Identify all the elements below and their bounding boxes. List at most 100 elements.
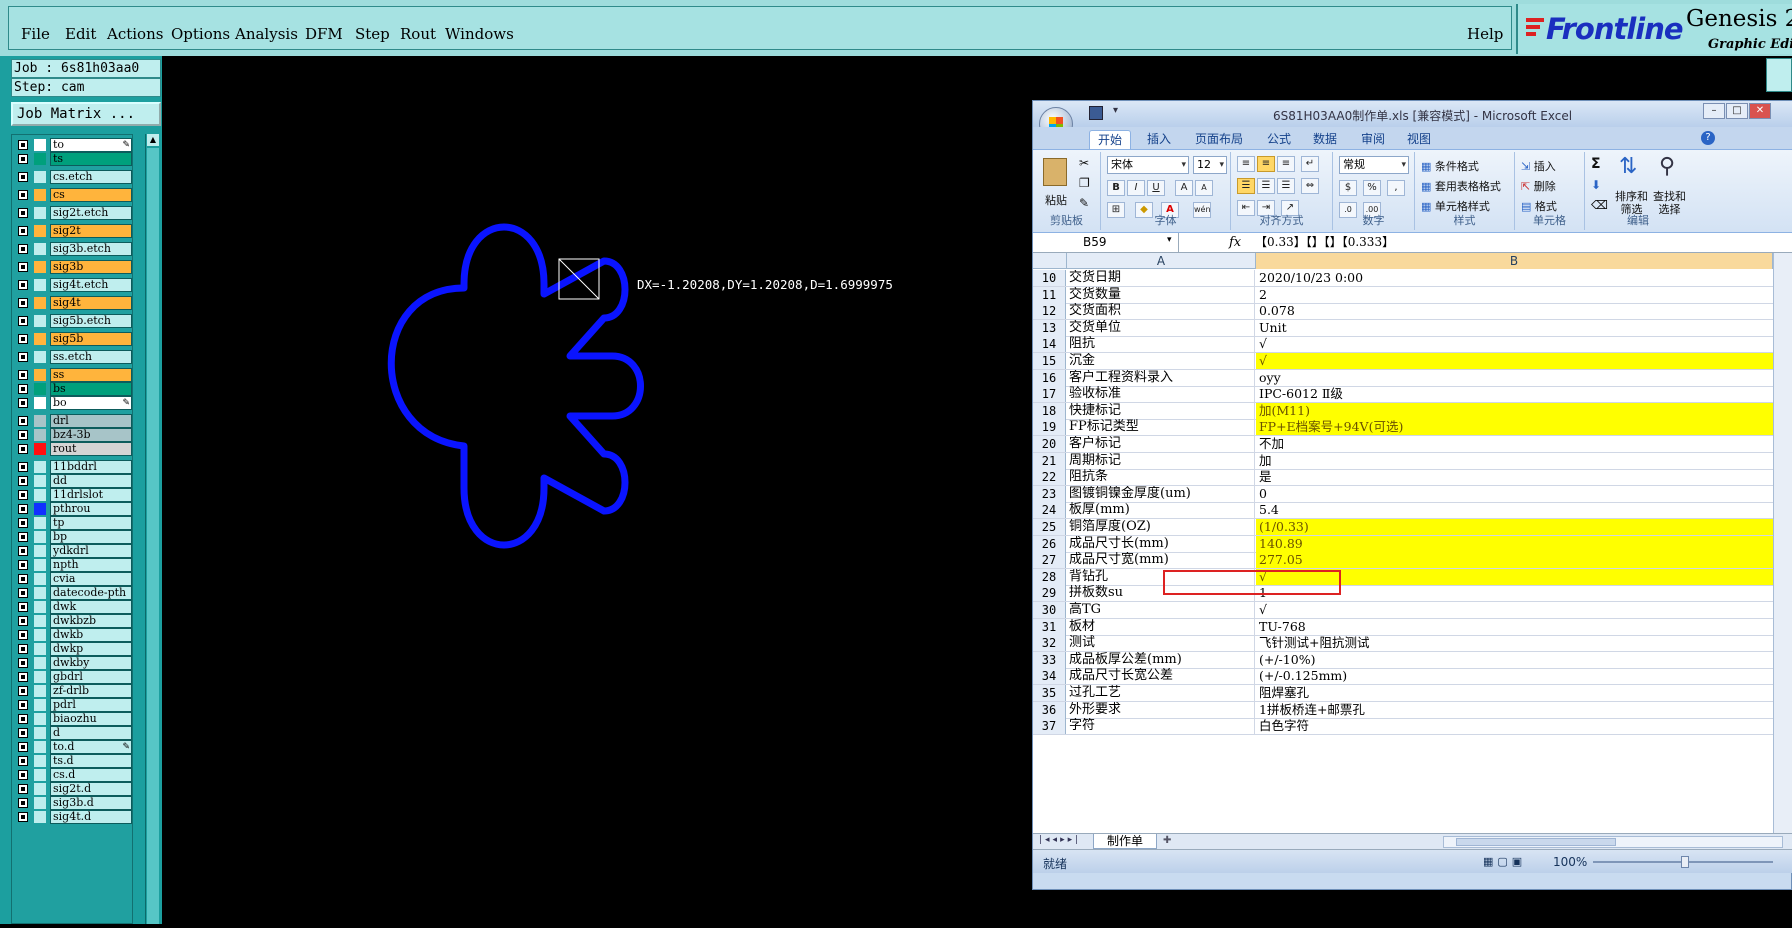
table-row[interactable]: 28 背钻孔 √ — [1033, 568, 1773, 586]
layer-color-marker[interactable] — [34, 351, 46, 363]
layer-row[interactable]: dwkb — [12, 627, 132, 642]
layer-row[interactable]: ss.etch — [12, 349, 132, 364]
tab-page-layout[interactable]: 页面布局 — [1187, 130, 1251, 149]
minimize-button[interactable]: – — [1703, 103, 1725, 119]
table-row[interactable]: 22 阻抗条是 — [1033, 469, 1773, 487]
zoom-slider[interactable] — [1593, 856, 1773, 868]
layer-color-marker[interactable] — [34, 685, 46, 697]
layer-name[interactable]: bz4-3b — [50, 428, 132, 442]
layer-row[interactable]: drl — [12, 413, 132, 428]
cell-b[interactable]: 140.89 — [1256, 535, 1773, 552]
layer-name[interactable]: bo — [50, 396, 132, 410]
horizontal-scroll-thumb[interactable] — [1456, 838, 1616, 846]
layer-name[interactable]: d — [50, 726, 132, 740]
table-row[interactable]: 23 图镀铜镍金厚度(um) 0 — [1033, 485, 1773, 503]
layer-checkbox[interactable] — [18, 334, 28, 344]
tab-data[interactable]: 数据 — [1305, 130, 1345, 149]
insert-cells-button[interactable]: ⇲ 插入 — [1521, 158, 1556, 174]
menu-file[interactable]: File — [21, 25, 50, 43]
find-binoculars-icon[interactable]: ⚲ — [1659, 154, 1675, 179]
worksheet-grid[interactable]: A B 10 交货日期 2020/10/23 0:00 11 交货数量 2 12 交货面积 0.… — [1033, 253, 1773, 833]
row-number[interactable]: 17 — [1033, 386, 1066, 403]
comma-style-icon[interactable]: , — [1387, 180, 1405, 196]
italic-icon[interactable]: I — [1127, 180, 1145, 196]
layer-name[interactable]: zf-drlb — [50, 684, 132, 698]
close-button[interactable]: ✕ — [1749, 103, 1771, 119]
horizontal-scrollbar[interactable] — [1443, 836, 1783, 848]
layer-checkbox[interactable] — [18, 462, 28, 472]
cell-a[interactable]: 板材 — [1067, 618, 1255, 635]
tab-insert[interactable]: 插入 — [1139, 130, 1179, 149]
layer-color-marker[interactable] — [34, 461, 46, 473]
vertical-scrollbar[interactable] — [1773, 253, 1792, 833]
layer-name[interactable]: dwkb — [50, 628, 132, 642]
layer-checkbox[interactable] — [18, 686, 28, 696]
layer-checkbox[interactable] — [18, 190, 28, 200]
layer-checkbox[interactable] — [18, 658, 28, 668]
cell-b[interactable]: √ — [1256, 568, 1773, 585]
underline-icon[interactable]: U — [1147, 180, 1165, 196]
table-format-button[interactable]: ▦ 套用表格格式 — [1421, 178, 1501, 194]
layer-color-marker[interactable] — [34, 573, 46, 585]
cell-b[interactable]: Unit — [1256, 320, 1773, 336]
zoom-slider-thumb[interactable] — [1681, 856, 1689, 868]
layer-name[interactable]: cs — [50, 188, 132, 202]
job-matrix-button[interactable]: Job Matrix ... — [11, 102, 161, 126]
table-row[interactable]: 31 板材 TU-768 — [1033, 618, 1773, 636]
excel-title-bar[interactable]: 6S81H03AA0制作单.xls [兼容模式] - Microsoft Exc… — [1033, 101, 1792, 127]
cell-a[interactable]: 拼板数su — [1067, 585, 1255, 602]
layer-checkbox[interactable] — [18, 490, 28, 500]
layer-checkbox[interactable] — [18, 574, 28, 584]
layer-row[interactable]: dwk — [12, 599, 132, 614]
layer-row[interactable]: bo — [12, 395, 132, 410]
table-row[interactable]: 33 成品板厚公差(mm) (+/-10%) — [1033, 651, 1773, 669]
merge-center-icon[interactable]: ⇔ — [1301, 178, 1319, 194]
row-number[interactable]: 18 — [1033, 402, 1066, 419]
row-number[interactable]: 12 — [1033, 303, 1066, 320]
layer-name[interactable]: drl — [50, 414, 132, 428]
layer-name[interactable]: pdrl — [50, 698, 132, 712]
row-number[interactable]: 25 — [1033, 519, 1066, 535]
cell-b[interactable]: 是 — [1256, 469, 1773, 485]
layer-name[interactable]: sig3b.etch — [50, 242, 132, 256]
cell-b[interactable]: FP+E档案号+94V(可选) — [1256, 419, 1773, 436]
layer-color-marker[interactable] — [34, 615, 46, 627]
layer-checkbox[interactable] — [18, 602, 28, 612]
layer-color-marker[interactable] — [34, 333, 46, 345]
layer-name[interactable]: 11drlslot — [50, 488, 132, 502]
paste-button-label[interactable]: 粘贴 — [1045, 192, 1067, 208]
select-all-corner[interactable] — [1033, 253, 1067, 269]
paste-icon[interactable] — [1043, 158, 1067, 186]
layer-color-marker[interactable] — [34, 545, 46, 557]
layer-name[interactable]: sig2t — [50, 224, 132, 238]
cell-b[interactable]: 277.05 — [1256, 552, 1773, 569]
formula-input[interactable]: 【0.33】【】【】【0.333】 — [1255, 233, 1394, 252]
row-number[interactable]: 21 — [1033, 452, 1066, 469]
row-number[interactable]: 14 — [1033, 336, 1066, 353]
cell-a[interactable]: 铜箔厚度(OZ) — [1067, 519, 1255, 535]
cell-b[interactable]: (+/-10%) — [1256, 652, 1773, 668]
align-bottom-icon[interactable]: ≡ — [1277, 156, 1295, 172]
layer-row[interactable]: cs — [12, 187, 132, 202]
layer-checkbox[interactable] — [18, 444, 28, 454]
layer-checkbox[interactable] — [18, 298, 28, 308]
cell-a[interactable]: 成品板厚公差(mm) — [1067, 651, 1255, 668]
row-number[interactable]: 35 — [1033, 685, 1066, 701]
layer-name[interactable]: dd — [50, 474, 132, 488]
layer-name[interactable]: ts.d — [50, 754, 132, 768]
cell-a[interactable]: 阻抗条 — [1067, 469, 1255, 486]
layer-name[interactable]: sig4t — [50, 296, 132, 310]
layer-checkbox[interactable] — [18, 588, 28, 598]
number-format-select[interactable]: 常规 — [1339, 156, 1409, 174]
table-row[interactable]: 11 交货数量 2 — [1033, 286, 1773, 304]
layer-color-marker[interactable] — [34, 699, 46, 711]
menu-analysis[interactable]: Analysis — [235, 25, 298, 43]
menu-dfm[interactable]: DFM — [305, 25, 343, 43]
table-row[interactable]: 25 铜箔厚度(OZ) (1/0.33) — [1033, 519, 1773, 536]
tab-home[interactable]: 开始 — [1089, 130, 1132, 149]
layer-color-marker[interactable] — [34, 279, 46, 291]
layer-row[interactable]: sig2t.d — [12, 781, 132, 796]
cell-a[interactable]: 阻抗 — [1067, 336, 1255, 353]
layer-checkbox[interactable] — [18, 226, 28, 236]
table-row[interactable]: 26 成品尺寸长(mm) 140.89 — [1033, 535, 1773, 553]
